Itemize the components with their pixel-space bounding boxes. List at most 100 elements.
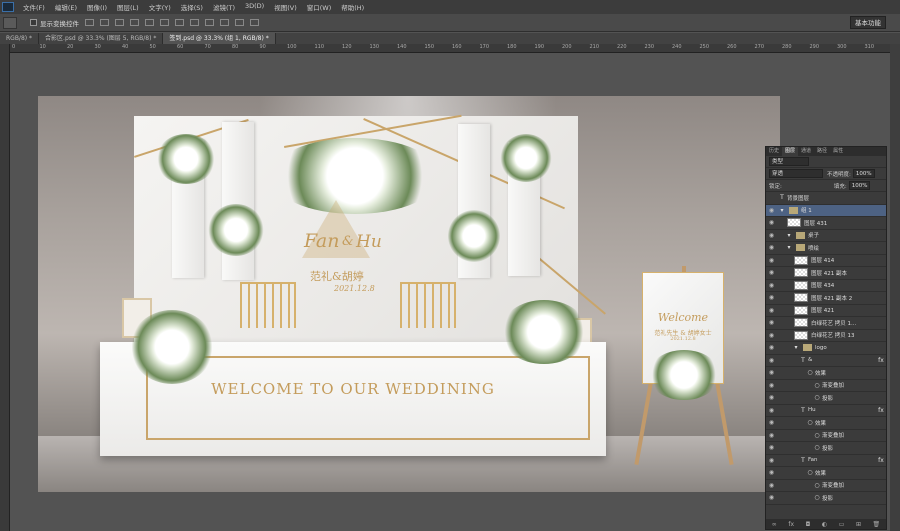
visibility-eye-icon[interactable]: ◉: [766, 394, 777, 401]
visibility-eye-icon[interactable]: ◉: [766, 469, 777, 476]
layer-row[interactable]: ◉ ○ 渐变叠加: [766, 480, 886, 492]
visibility-eye-icon[interactable]: ◉: [766, 232, 777, 239]
layer-row[interactable]: ◉ ○ 效果: [766, 417, 886, 430]
panel-tab[interactable]: 历史: [766, 147, 782, 156]
expand-arrow-icon[interactable]: ▾: [784, 244, 794, 251]
visibility-eye-icon[interactable]: ◉: [766, 269, 777, 276]
layer-row[interactable]: ◉ 图层 421 副本 2: [766, 292, 886, 305]
vertical-ruler[interactable]: [0, 44, 10, 531]
visibility-eye-icon[interactable]: ◉: [766, 357, 777, 364]
menu-item[interactable]: 窗口(W): [302, 2, 337, 12]
visibility-eye-icon[interactable]: ◉: [766, 457, 777, 464]
layer-row[interactable]: ◉ ○ 效果: [766, 467, 886, 480]
layer-row[interactable]: ◉ ▾ 桌子: [766, 230, 886, 242]
link-icon[interactable]: ∞: [772, 521, 777, 528]
panel-tab[interactable]: 通道: [798, 147, 814, 156]
visibility-eye-icon[interactable]: ◉: [766, 382, 777, 389]
visibility-eye-icon[interactable]: ◉: [766, 369, 777, 376]
blend-mode-select[interactable]: 穿透: [769, 169, 823, 178]
align-center-icon[interactable]: [145, 19, 154, 26]
align-bottom-icon[interactable]: [115, 19, 124, 26]
distribute-top-icon[interactable]: [175, 19, 184, 26]
layer-row[interactable]: ◉ ▾ logo: [766, 342, 886, 355]
menu-item[interactable]: 视图(V): [269, 2, 302, 12]
layer-row[interactable]: ◉ T Fan fx: [766, 455, 886, 467]
layer-row[interactable]: ◉ ○ 投影: [766, 392, 886, 405]
expand-arrow-icon[interactable]: ▾: [791, 344, 801, 351]
menu-item[interactable]: 滤镜(T): [208, 2, 240, 12]
menu-item[interactable]: 文字(Y): [144, 2, 176, 12]
distribute-left-icon[interactable]: [220, 19, 229, 26]
align-middle-icon[interactable]: [100, 19, 109, 26]
visibility-eye-icon[interactable]: ◉: [766, 257, 777, 264]
panel-tab[interactable]: 路径: [814, 147, 830, 156]
photoshop-logo-icon[interactable]: [2, 2, 14, 12]
layer-row[interactable]: ◉ 白绿花艺 拷贝 1...: [766, 317, 886, 330]
layer-row[interactable]: ◉ ○ 投影: [766, 492, 886, 505]
menu-item[interactable]: 编辑(E): [50, 2, 82, 12]
align-left-icon[interactable]: [130, 19, 139, 26]
layer-row[interactable]: ◉ 白绿花艺 拷贝 13: [766, 330, 886, 342]
visibility-eye-icon[interactable]: ◉: [766, 332, 777, 339]
document-canvas[interactable]: Fan & Hu 范礼&胡婷 2021.12.8 WELCOME TO OUR …: [38, 96, 780, 492]
menu-item[interactable]: 选择(S): [176, 2, 208, 12]
show-transform-checkbox[interactable]: [30, 19, 37, 26]
align-right-icon[interactable]: [160, 19, 169, 26]
move-tool-icon[interactable]: [3, 16, 17, 29]
fill-input[interactable]: 100%: [848, 181, 871, 190]
opacity-input[interactable]: 100%: [852, 169, 875, 178]
layer-row[interactable]: ◉ ○ 渐变叠加: [766, 430, 886, 442]
visibility-eye-icon[interactable]: ◉: [766, 307, 777, 314]
menu-item[interactable]: 帮助(H): [336, 2, 369, 12]
panel-tab[interactable]: 属性: [830, 147, 846, 156]
menu-item[interactable]: 文件(F): [18, 2, 50, 12]
layer-row[interactable]: ◉ ○ 效果: [766, 367, 886, 380]
fx-icon[interactable]: fx: [788, 521, 794, 528]
layer-row[interactable]: ◉ 图层 421: [766, 305, 886, 317]
visibility-eye-icon[interactable]: ◉: [766, 494, 777, 501]
layer-row[interactable]: ◉ ▾ 喷绘: [766, 242, 886, 255]
layer-row[interactable]: ◉ ○ 投影: [766, 442, 886, 455]
mask-icon[interactable]: ◘: [806, 521, 811, 528]
align-top-icon[interactable]: [85, 19, 94, 26]
layer-row[interactable]: ◉ 图层 431: [766, 217, 886, 230]
visibility-eye-icon[interactable]: ◉: [766, 319, 777, 326]
visibility-eye-icon[interactable]: ◉: [766, 294, 777, 301]
visibility-eye-icon[interactable]: ◉: [766, 282, 777, 289]
adjustment-icon[interactable]: ◐: [822, 521, 827, 528]
visibility-eye-icon[interactable]: ◉: [766, 432, 777, 439]
workspace-button[interactable]: 基本功能: [850, 16, 886, 29]
visibility-eye-icon[interactable]: ◉: [766, 444, 777, 451]
folder-icon[interactable]: ▭: [839, 521, 845, 528]
panel-tab[interactable]: 图层: [782, 147, 799, 156]
document-tab[interactable]: 签到.psd @ 33.3% (组 1, RGB/8) *: [163, 33, 276, 44]
distribute-center-icon[interactable]: [235, 19, 244, 26]
visibility-eye-icon[interactable]: ◉: [766, 407, 777, 414]
layer-row[interactable]: ◉ ▾ 组 1: [766, 204, 886, 217]
layer-row[interactable]: ◉ T & fx: [766, 355, 886, 367]
distribute-right-icon[interactable]: [250, 19, 259, 26]
expand-arrow-icon[interactable]: ▾: [784, 232, 794, 239]
distribute-middle-icon[interactable]: [190, 19, 199, 26]
layer-row[interactable]: ◉ 图层 421 副本: [766, 267, 886, 280]
visibility-eye-icon[interactable]: ◉: [766, 207, 777, 214]
visibility-eye-icon[interactable]: ◉: [766, 344, 777, 351]
visibility-eye-icon[interactable]: ◉: [766, 219, 777, 226]
layer-row[interactable]: T 背景图层: [766, 192, 886, 205]
expand-arrow-icon[interactable]: ▾: [777, 207, 787, 214]
distribute-bottom-icon[interactable]: [205, 19, 214, 26]
document-tab[interactable]: RGB/8) *: [0, 33, 40, 44]
trash-icon[interactable]: 🗑: [873, 521, 881, 528]
layer-row[interactable]: ◉ 图层 434: [766, 280, 886, 292]
layer-row[interactable]: ◉ 图层 414: [766, 255, 886, 267]
document-tab[interactable]: 合影区.psd @ 33.3% (图层 5, RGB/8) *: [39, 33, 164, 44]
layer-row[interactable]: ◉ T Hu fx: [766, 405, 886, 417]
menu-item[interactable]: 图像(I): [82, 2, 112, 12]
kind-filter-select[interactable]: 类型: [769, 157, 809, 166]
visibility-eye-icon[interactable]: ◉: [766, 244, 777, 251]
menu-item[interactable]: 图层(L): [112, 2, 144, 12]
menu-item[interactable]: 3D(D): [240, 2, 269, 12]
horizontal-ruler[interactable]: 0 10 20 30 40 50 60 70 80 90 100 110 120 130 140 150 160…: [10, 44, 890, 53]
layer-row[interactable]: ◉ ○ 渐变叠加: [766, 380, 886, 392]
new-layer-icon[interactable]: ⊞: [856, 521, 861, 528]
